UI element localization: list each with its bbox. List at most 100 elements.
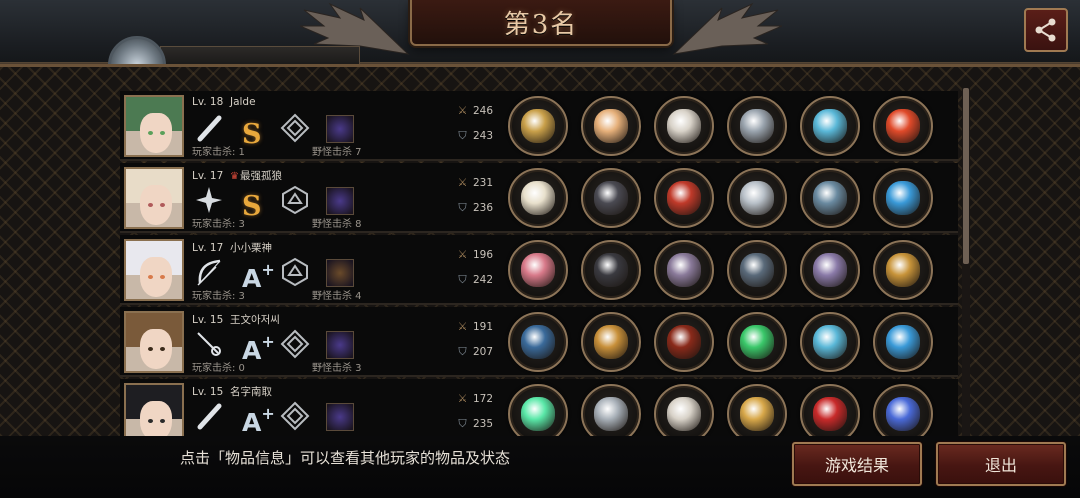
player-kills: 玩家击杀: 1 bbox=[192, 147, 245, 158]
rank-title: 第3名 bbox=[503, 9, 579, 40]
item-slot[interactable] bbox=[581, 96, 641, 156]
item-slot[interactable] bbox=[727, 96, 787, 156]
player-row[interactable]: Lv. 17 小小栗神 A+ 玩家击杀: 3 野怪击杀 4 ⚔ 196 ⛉ 242 bbox=[120, 235, 958, 305]
armor-icon bbox=[667, 109, 701, 143]
item-slot[interactable] bbox=[727, 168, 787, 228]
hex-rank-icon bbox=[282, 185, 308, 215]
dark-helmet-icon bbox=[594, 181, 628, 215]
item-slot[interactable] bbox=[727, 240, 787, 300]
monster-kills: 野怪击杀 3 bbox=[312, 363, 362, 374]
attack-stat: ⚔ 196 bbox=[456, 248, 493, 261]
item-slot[interactable] bbox=[508, 240, 568, 300]
diamond-rank-icon bbox=[280, 113, 310, 143]
player-avatar[interactable] bbox=[124, 95, 184, 157]
player-name: Jalde bbox=[229, 96, 256, 108]
crown-icon: ♛ bbox=[229, 171, 239, 182]
item-slot[interactable] bbox=[800, 168, 860, 228]
twin-swords-icon bbox=[521, 397, 555, 431]
grade-plus: + bbox=[261, 404, 275, 423]
defense-stat: ⛉ 207 bbox=[456, 345, 493, 359]
shield-disc-icon bbox=[740, 109, 774, 143]
player-level: Lv. 18 bbox=[192, 96, 224, 108]
player-avatar[interactable] bbox=[124, 167, 184, 229]
item-slot[interactable] bbox=[873, 384, 933, 439]
player-avatar[interactable] bbox=[124, 239, 184, 301]
attack-value: 246 bbox=[473, 105, 494, 117]
player-level-name: Lv. 17 ♛最强孤狼 bbox=[192, 168, 282, 183]
item-slot[interactable] bbox=[727, 384, 787, 439]
item-slot[interactable] bbox=[508, 384, 568, 439]
player-row[interactable]: Lv. 18 Jalde S 玩家击杀: 1 野怪击杀 7 ⚔ 246 ⛉ 243 bbox=[120, 91, 958, 161]
grade-letter: S bbox=[242, 191, 262, 222]
item-slot[interactable] bbox=[727, 312, 787, 372]
item-slot[interactable] bbox=[508, 96, 568, 156]
item-slot[interactable] bbox=[654, 312, 714, 372]
player-row[interactable]: Lv. 15 名字南取 A+ ⚔ 172 ⛉ 235 bbox=[120, 379, 958, 439]
share-icon bbox=[1035, 18, 1056, 42]
item-slot[interactable] bbox=[581, 384, 641, 439]
item-slot[interactable] bbox=[873, 312, 933, 372]
player-name-tab bbox=[160, 46, 360, 66]
item-slot[interactable] bbox=[654, 384, 714, 439]
tiara-icon bbox=[594, 109, 628, 143]
item-slot[interactable] bbox=[508, 312, 568, 372]
purple-monster-icon bbox=[326, 403, 354, 431]
shield-icon: ⛉ bbox=[458, 273, 467, 286]
crossed-swords-icon: ⚔ bbox=[457, 320, 468, 333]
grade-letter: A bbox=[242, 408, 262, 437]
item-slot[interactable] bbox=[654, 240, 714, 300]
plate-armor-icon bbox=[667, 253, 701, 287]
player-kills: 玩家击杀: 3 bbox=[192, 219, 245, 230]
crossed-swords-icon: ⚔ bbox=[457, 248, 468, 261]
grade-badge: A+ bbox=[242, 397, 275, 439]
game-result-button[interactable]: 游戏结果 bbox=[792, 442, 922, 486]
spiked-bracer-icon bbox=[740, 181, 774, 215]
player-avatar[interactable] bbox=[124, 311, 184, 373]
grade-plus: + bbox=[261, 260, 275, 279]
item-slot[interactable] bbox=[654, 168, 714, 228]
red-cloak-icon bbox=[667, 181, 701, 215]
brown-monster-icon bbox=[326, 259, 354, 287]
defense-value: 235 bbox=[473, 418, 494, 430]
item-slot[interactable] bbox=[800, 240, 860, 300]
attack-stat: ⚔ 172 bbox=[456, 392, 493, 405]
item-slot[interactable] bbox=[654, 96, 714, 156]
blue-spear-icon bbox=[521, 325, 555, 359]
player-row[interactable]: Lv. 15 王文아저씨 A+ 玩家击杀: 0 野怪击杀 3 ⚔ 191 ⛉ 207 bbox=[120, 307, 958, 377]
player-row[interactable]: Lv. 17 ♛最强孤狼 S 玩家击杀: 3 野怪击杀 8 ⚔ 231 ⛉ 236 bbox=[120, 163, 958, 233]
player-kills: 玩家击杀: 0 bbox=[192, 363, 245, 374]
shield-icon: ⛉ bbox=[458, 345, 467, 358]
defense-stat: ⛉ 235 bbox=[456, 417, 493, 431]
attack-value: 196 bbox=[473, 249, 494, 261]
item-slot[interactable] bbox=[873, 96, 933, 156]
player-list[interactable]: Lv. 18 Jalde S 玩家击杀: 1 野怪击杀 7 ⚔ 246 ⛉ 243 Lv. 17… bbox=[120, 91, 958, 439]
player-level: Lv. 15 bbox=[192, 314, 224, 326]
watch-icon bbox=[740, 253, 774, 287]
item-slot[interactable] bbox=[800, 312, 860, 372]
monster-kills: 野怪击杀 4 bbox=[312, 291, 362, 302]
crossbow-icon bbox=[521, 253, 555, 287]
sneaker-icon bbox=[813, 109, 847, 143]
scrollbar-thumb[interactable] bbox=[963, 88, 969, 264]
share-button[interactable] bbox=[1024, 8, 1068, 52]
shield-icon: ⛉ bbox=[458, 129, 467, 142]
purple-boots-icon bbox=[813, 253, 847, 287]
item-slot[interactable] bbox=[581, 312, 641, 372]
defense-value: 236 bbox=[473, 202, 494, 214]
player-level: Lv. 17 bbox=[192, 170, 224, 182]
monster-kills: 野怪击杀 7 bbox=[312, 147, 362, 158]
red-heels-icon bbox=[813, 397, 847, 431]
exit-button[interactable]: 退出 bbox=[936, 442, 1066, 486]
player-avatar[interactable] bbox=[124, 383, 184, 439]
rank-title-plate: 第3名 bbox=[410, 0, 672, 46]
item-slot[interactable] bbox=[873, 240, 933, 300]
item-slot[interactable] bbox=[800, 96, 860, 156]
monster-kills: 野怪击杀 8 bbox=[312, 219, 362, 230]
spiked-helmet-icon bbox=[594, 253, 628, 287]
item-slot[interactable] bbox=[873, 168, 933, 228]
shield-icon: ⛉ bbox=[458, 417, 467, 430]
item-slot[interactable] bbox=[581, 240, 641, 300]
item-slot[interactable] bbox=[508, 168, 568, 228]
item-slot[interactable] bbox=[800, 384, 860, 439]
item-slot[interactable] bbox=[581, 168, 641, 228]
